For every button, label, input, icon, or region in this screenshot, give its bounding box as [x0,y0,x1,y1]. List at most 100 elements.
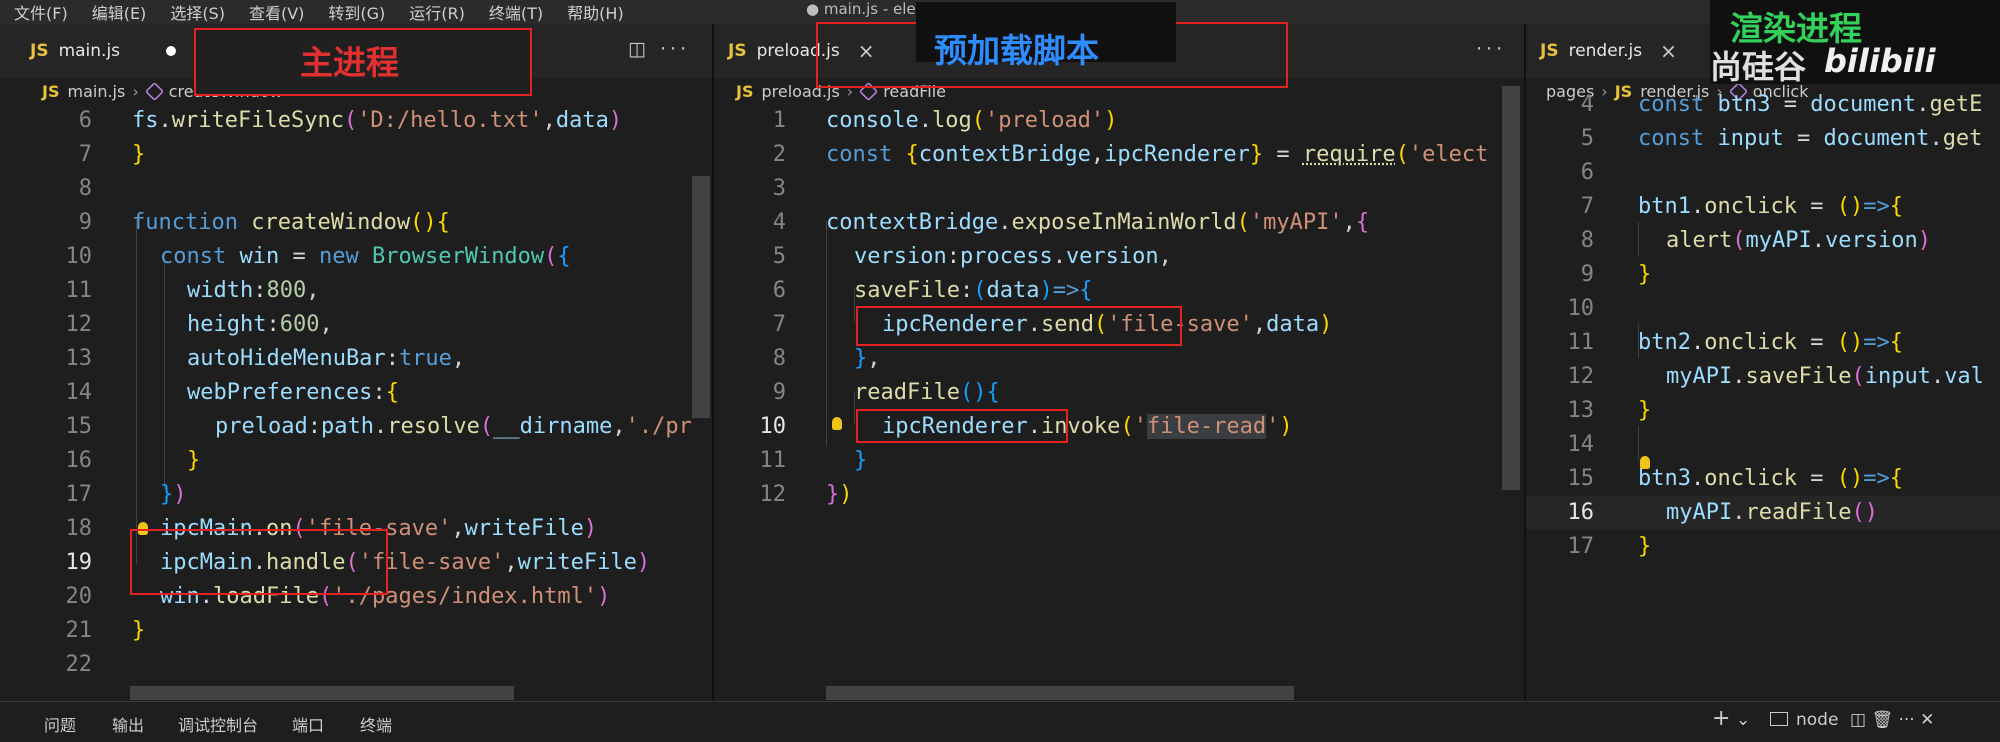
line-number: 14 [65,380,93,405]
line-number: 20 [65,584,93,609]
highlight-box [130,529,388,595]
editor-pane-preload: JS preload.js × ··· JS preload.js › read… [714,24,1524,701]
lightbulb-icon[interactable] [832,417,842,430]
highlight-box [856,409,1068,443]
chevron-down-icon[interactable]: ⌄ [1736,710,1750,730]
line-number: 1 [772,108,786,133]
menu-goto[interactable]: 转到(G) [328,0,385,24]
line-number: 4 [1580,92,1594,117]
js-file-icon: JS [728,41,747,61]
code-line: fs.writeFileSync('D:/hello.txt',data) [132,108,623,133]
line-number: 7 [1580,194,1594,219]
code-line: }) [826,482,853,507]
vertical-scrollbar[interactable] [1502,86,1520,490]
code-line: } [132,618,146,643]
panel-tab-output[interactable]: 输出 [112,712,144,736]
code-line: const btn3 = document.getE [1638,92,1983,117]
line-number: 14 [1567,432,1595,457]
code-line: saveFile:(data)=>{ [854,278,1093,303]
code-line: function createWindow(){ [132,210,450,235]
code-line: btn3.onclick = ()=>{ [1638,466,1903,491]
function-symbol-icon [144,81,164,101]
line-number: 7 [78,142,92,167]
code-line: btn2.onclick = ()=>{ [1638,330,1903,355]
horizontal-scrollbar[interactable] [826,686,1294,700]
bilibili-logo: bilibili [1824,42,1936,80]
editor-pane-main: JS main.js ◫ ··· JS main.js › createWind… [0,24,712,701]
preload-script-label: 预加载脚本 [934,31,1099,70]
code-line: }, [854,346,881,371]
line-number: 17 [1567,534,1595,559]
line-number: 22 [65,652,93,677]
menu-edit[interactable]: 编辑(E) [92,0,147,24]
line-number: 9 [78,210,92,235]
line-number: 4 [772,210,786,235]
panel-actions[interactable]: ◫ 🗑 ··· ✕ [1850,710,1934,730]
code-line: console.log('preload') [826,108,1118,133]
code-line: } [1638,262,1652,287]
line-number: 17 [65,482,93,507]
menu-run[interactable]: 运行(R) [409,0,465,24]
split-editor-button[interactable]: ◫ ··· [628,38,690,60]
line-number: 21 [65,618,93,643]
menu-view[interactable]: 查看(V) [249,0,304,24]
line-number: 2 [772,142,786,167]
code-line: } [132,142,146,167]
menu-selection[interactable]: 选择(S) [170,0,225,24]
panel-tab-terminal[interactable]: 终端 [360,712,392,736]
unsaved-dot-icon[interactable] [166,46,177,56]
code-line: alert(myAPI.version) [1666,228,1931,253]
tab-main-js[interactable]: JS main.js [30,24,177,78]
code-line: } [187,448,201,473]
bottom-panel-bar: 问题 输出 调试控制台 端口 终端 + ⌄ node ◫ 🗑 ··· ✕ [0,701,2000,742]
menu-terminal[interactable]: 终端(T) [489,0,543,24]
horizontal-scrollbar[interactable] [130,686,514,700]
js-file-icon: JS [30,41,49,61]
menu-file[interactable]: 文件(F) [14,0,68,24]
line-number: 6 [78,108,92,133]
lightbulb-icon[interactable] [1640,456,1650,469]
line-number: 5 [1580,126,1594,151]
code-line: } [854,448,868,473]
code-line: width:800, [187,278,320,303]
js-file-icon: JS [736,81,754,101]
close-tab-icon[interactable]: × [1660,39,1677,63]
line-number: 19 [65,550,93,575]
new-terminal-plus-icon[interactable]: + [1712,706,1730,731]
menu-help[interactable]: 帮助(H) [567,0,624,24]
breadcrumb-file[interactable]: main.js [67,82,125,101]
line-number: 13 [1567,398,1595,423]
line-number: 18 [65,516,93,541]
panel-tab-problems[interactable]: 问题 [44,712,76,736]
line-number: 11 [1567,330,1595,355]
line-number: 8 [78,176,92,201]
line-number: 7 [772,312,786,337]
terminal-name[interactable]: node [1796,710,1838,730]
line-number: 5 [772,244,786,269]
line-number: 11 [65,278,93,303]
code-line: myAPI.saveFile(input.val [1666,364,1984,389]
more-actions-button[interactable]: ··· [1476,38,1506,60]
highlight-box [856,306,1182,346]
line-number: 12 [1567,364,1595,389]
code-line: autoHideMenuBar:true, [187,346,466,371]
line-number: 10 [759,414,787,439]
js-file-icon: JS [42,81,60,101]
code-line: const {contextBridge,ipcRenderer} = requ… [826,142,1489,167]
panel-tab-debug-console[interactable]: 调试控制台 [178,712,258,736]
tab-render-js[interactable]: JS render.js × [1540,24,1677,78]
line-number: 12 [65,312,93,337]
code-line: webPreferences:{ [187,380,399,405]
line-number: 8 [772,346,786,371]
breadcrumb-chevron-icon: › [132,81,139,101]
js-file-icon: JS [1540,41,1559,61]
line-number: 15 [1567,466,1595,491]
vertical-scrollbar[interactable] [692,176,710,418]
code-line: btn1.onclick = ()=>{ [1638,194,1903,219]
code-line: height:600, [187,312,333,337]
line-number: 12 [759,482,787,507]
preload-script-label-box: 预加载脚本 [816,2,1288,88]
line-number: 11 [759,448,787,473]
line-number: 6 [1580,160,1594,185]
panel-tab-ports[interactable]: 端口 [292,712,324,736]
